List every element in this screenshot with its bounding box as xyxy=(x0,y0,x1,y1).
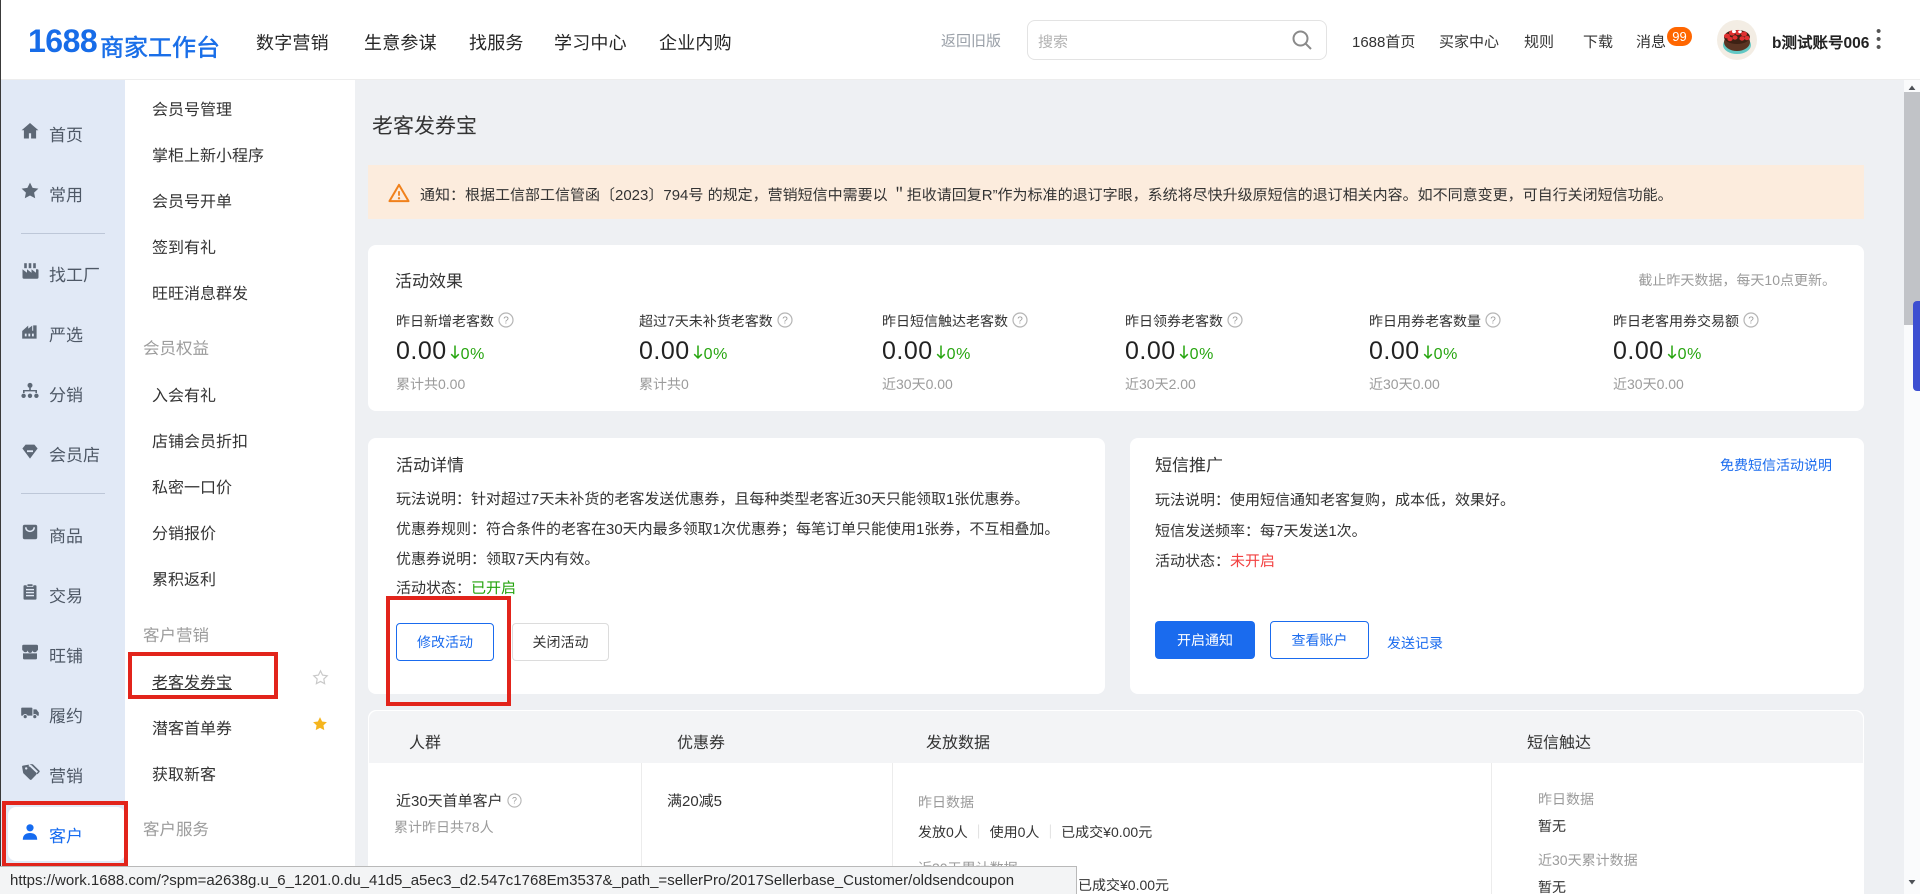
svg-text:?: ? xyxy=(782,316,788,327)
svg-text:?: ? xyxy=(1017,316,1023,327)
svg-text:?: ? xyxy=(503,316,509,327)
svg-text:?: ? xyxy=(1232,316,1238,327)
svg-text:?: ? xyxy=(1490,316,1496,327)
svg-text:?: ? xyxy=(1748,316,1754,327)
svg-text:?: ? xyxy=(512,796,517,806)
